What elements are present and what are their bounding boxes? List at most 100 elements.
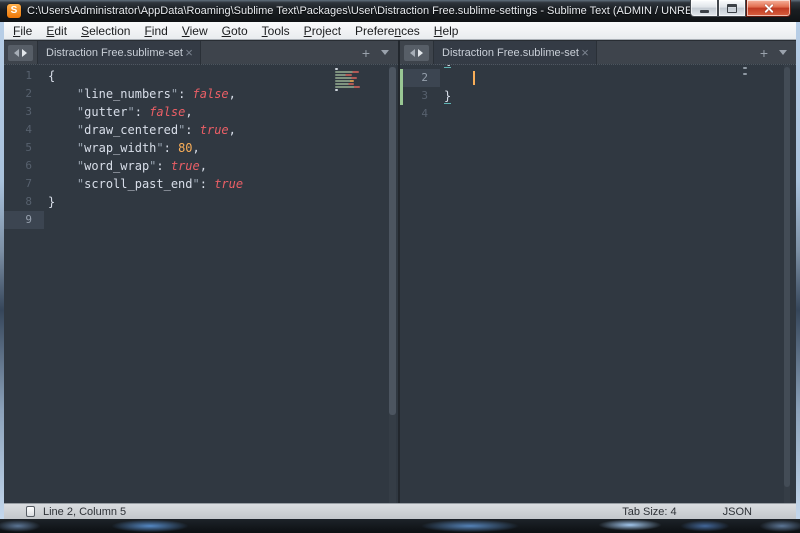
menu-view[interactable]: View: [175, 23, 215, 39]
code-text: [440, 69, 475, 87]
tab-label: Distraction Free.sublime-settings: [46, 47, 183, 59]
code-text: [440, 105, 444, 123]
window-title: C:\Users\Administrator\AppData\Roaming\S…: [27, 5, 752, 17]
code-line[interactable]: 4: [400, 105, 796, 123]
menu-preferences[interactable]: Preferences: [348, 23, 427, 39]
minimap-row: [335, 80, 354, 82]
window-left-border: [0, 22, 4, 519]
window-right-border: [796, 22, 800, 519]
menu-find[interactable]: Find: [137, 23, 174, 39]
code-editor-left[interactable]: 1{2 "line_numbers": false,3 "gutter": fa…: [4, 64, 398, 503]
editor-pane-left: Distraction Free.sublime-settings 1{2 "l…: [4, 40, 398, 503]
new-tab-button[interactable]: [362, 46, 370, 60]
menu-edit[interactable]: Edit: [39, 23, 74, 39]
minimize-button[interactable]: [690, 0, 718, 17]
minimap-row: [743, 70, 747, 72]
maximize-icon: [727, 4, 737, 13]
code-line[interactable]: 4 "draw_centered": true,: [4, 121, 398, 139]
line-number: 2: [4, 85, 44, 103]
menu-bar: FileEditSelectionFindViewGotoToolsProjec…: [4, 22, 796, 40]
menu-goto[interactable]: Goto: [215, 23, 255, 39]
minimap-row: [743, 67, 747, 69]
sublime-text-window: C:\Users\Administrator\AppData\Roaming\S…: [0, 0, 800, 533]
syntax-status[interactable]: JSON: [723, 506, 752, 518]
code-text: }: [44, 193, 55, 211]
line-number: 2: [400, 69, 440, 87]
editor-pane-right: Distraction Free.sublime-settings 1{2 3}…: [400, 40, 796, 503]
window-bottom-border: [0, 519, 800, 533]
tab-bar-right: Distraction Free.sublime-settings: [400, 40, 796, 64]
tab-scroll-right-icon: [22, 49, 27, 57]
minimap[interactable]: [335, 68, 362, 92]
minimap[interactable]: [743, 67, 747, 76]
code-line[interactable]: 3 "gutter": false,: [4, 103, 398, 121]
tab-overflow-button[interactable]: [779, 50, 787, 55]
menu-tools[interactable]: Tools: [255, 23, 297, 39]
code-text: "draw_centered": true,: [44, 121, 236, 139]
panel-toggle-icon[interactable]: [26, 506, 35, 517]
cursor-position-status: Line 2, Column 5: [43, 506, 126, 518]
window-controls: [690, 0, 791, 17]
minimap-row: [335, 71, 359, 73]
tab-close-icon[interactable]: [579, 46, 591, 59]
line-number: 4: [4, 121, 44, 139]
code-editor-right[interactable]: 1{2 3}4: [400, 64, 796, 503]
tab-bar-left: Distraction Free.sublime-settings: [4, 40, 398, 64]
line-number: 1: [4, 67, 44, 85]
status-bar: Line 2, Column 5 Tab Size: 4 JSON: [4, 503, 796, 519]
code-text: "word_wrap": true,: [44, 157, 207, 175]
code-text: "scroll_past_end": true: [44, 175, 243, 193]
code-line[interactable]: 3}: [400, 87, 796, 105]
code-line[interactable]: 2: [400, 69, 796, 87]
minimap-row: [335, 86, 360, 88]
tab-scroll-arrows[interactable]: [8, 45, 33, 61]
vertical-scrollbar[interactable]: [784, 65, 790, 503]
code-text: "line_numbers": false,: [44, 85, 236, 103]
minimap-row: [743, 73, 747, 75]
code-text: [44, 211, 48, 229]
line-number: 8: [4, 193, 44, 211]
code-line[interactable]: 6 "word_wrap": true,: [4, 157, 398, 175]
close-button[interactable]: [746, 0, 791, 17]
line-number: 4: [400, 105, 440, 123]
tab-distraction-free-settings[interactable]: Distraction Free.sublime-settings: [433, 41, 597, 65]
minimap-row: [335, 89, 338, 91]
tab-close-icon[interactable]: [183, 46, 195, 59]
code-text: }: [440, 87, 451, 105]
minimap-row: [335, 74, 352, 76]
sublime-text-icon: [7, 4, 21, 18]
title-bar[interactable]: C:\Users\Administrator\AppData\Roaming\S…: [0, 0, 800, 22]
maximize-button[interactable]: [718, 0, 746, 17]
code-lines: 1{2 3}4: [400, 64, 796, 123]
menu-selection[interactable]: Selection: [74, 23, 137, 39]
line-number: 5: [4, 139, 44, 157]
menu-project[interactable]: Project: [297, 23, 348, 39]
tab-scroll-left-icon: [410, 49, 415, 57]
scrollbar-thumb[interactable]: [389, 67, 396, 415]
line-number: 6: [4, 157, 44, 175]
code-line[interactable]: 5 "wrap_width": 80,: [4, 139, 398, 157]
text-cursor: [473, 71, 475, 85]
tab-size-status[interactable]: Tab Size: 4: [622, 506, 676, 518]
menu-file[interactable]: File: [6, 23, 39, 39]
tab-distraction-free-settings[interactable]: Distraction Free.sublime-settings: [37, 41, 201, 65]
tab-scroll-arrows[interactable]: [404, 45, 429, 61]
minimap-row: [335, 83, 354, 85]
new-tab-button[interactable]: [760, 46, 768, 60]
minimize-icon: [700, 10, 709, 13]
line-number: 3: [4, 103, 44, 121]
menu-help[interactable]: Help: [427, 23, 466, 39]
minimap-row: [335, 77, 357, 79]
vertical-scrollbar[interactable]: [389, 65, 396, 503]
code-line[interactable]: 8}: [4, 193, 398, 211]
tab-overflow-button[interactable]: [381, 50, 389, 55]
code-text: "wrap_width": 80,: [44, 139, 200, 157]
tab-scroll-right-icon: [418, 49, 423, 57]
code-text: {: [44, 67, 55, 85]
code-line[interactable]: 7 "scroll_past_end": true: [4, 175, 398, 193]
line-number: 7: [4, 175, 44, 193]
close-icon: [763, 3, 774, 14]
scrollbar-thumb[interactable]: [784, 67, 790, 487]
code-line[interactable]: 9: [4, 211, 398, 229]
tab-scroll-left-icon: [14, 49, 19, 57]
